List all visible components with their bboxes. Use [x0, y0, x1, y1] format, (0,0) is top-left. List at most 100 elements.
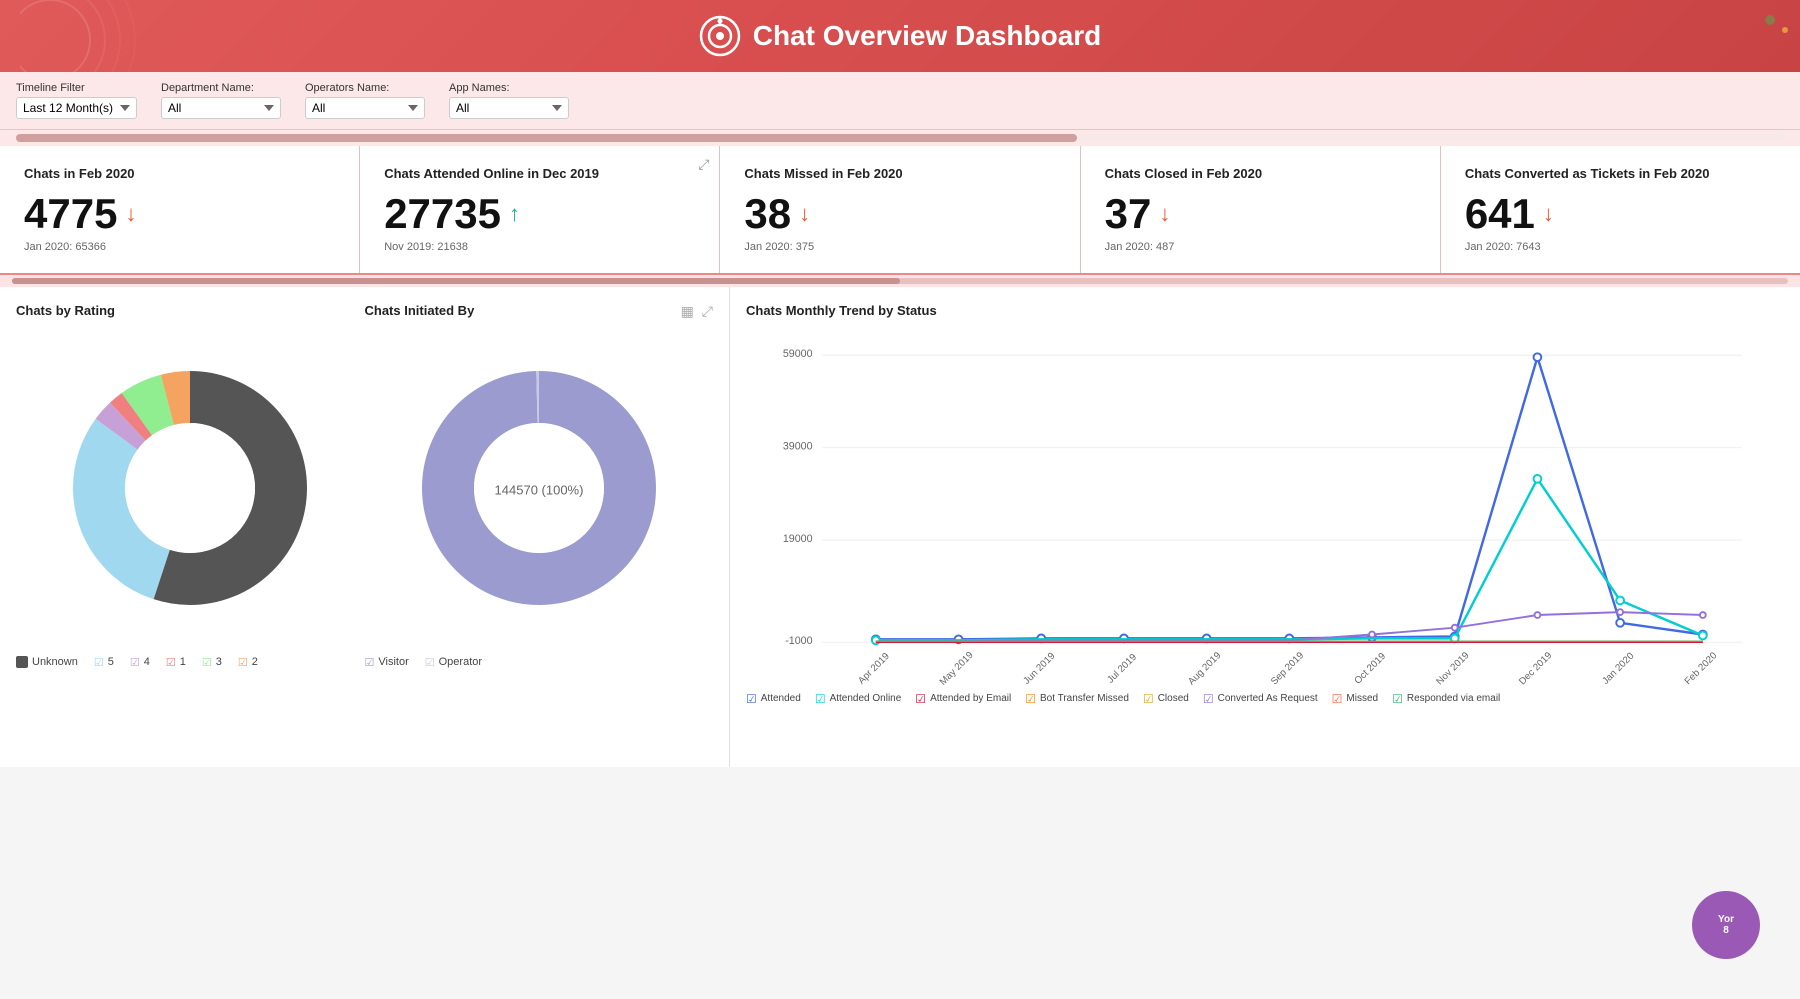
kpi-section: Chats in Feb 2020 4775 ↓ Jan 2020: 65366… — [0, 146, 1800, 275]
dot-attended-8 — [1534, 353, 1542, 361]
legend-label-5: 5 — [108, 656, 114, 668]
legend-check-4: ☑ — [130, 656, 140, 669]
legend-operator: ☑ Operator — [425, 656, 482, 669]
legend-label-responded: Responded via email — [1407, 693, 1500, 704]
legend-3: ☑ 3 — [202, 656, 222, 669]
legend-label-unknown: Unknown — [32, 656, 78, 668]
monthly-trend-chart: Chats Monthly Trend by Status 59000 3900… — [730, 287, 1800, 767]
appnames-filter-select[interactable]: All — [449, 97, 569, 119]
legend-label-online: Attended Online — [830, 693, 902, 704]
kpi-value-4: 641 — [1465, 193, 1535, 235]
x-label-feb: Feb 2020 — [1683, 650, 1720, 687]
donut-chart-svg — [99, 397, 281, 579]
kpi-value-row-1: 27735 ↑ — [384, 193, 695, 235]
expand-icon-charts[interactable]: ⤢ — [702, 303, 713, 320]
legend-unknown: Unknown — [16, 656, 78, 669]
legend-5: ☑ 5 — [94, 656, 114, 669]
dot-converted-10 — [1700, 612, 1706, 618]
charts-section: ▦ ⤢ Chats by Rating — [0, 287, 1800, 767]
legend-attended-email: ☑ Attended by Email — [915, 692, 1011, 706]
dot-online-8 — [1534, 475, 1542, 483]
legend-check-operator: ☑ — [425, 656, 435, 669]
x-label-oct: Oct 2019 — [1352, 651, 1388, 687]
kpi-trend-up-1: ↑ — [509, 203, 520, 225]
operators-filter-select[interactable]: All — [305, 97, 425, 119]
legend-check-responded: ☑ — [1392, 692, 1403, 706]
operators-filter-label: Operators Name: — [305, 82, 425, 94]
header-title-group: Chat Overview Dashboard — [699, 15, 1102, 57]
legend-converted-request: ☑ Converted As Request — [1203, 692, 1318, 706]
dot-converted-8 — [1535, 612, 1541, 618]
legend-label-4: 4 — [144, 656, 150, 668]
kpi-value-0: 4775 — [24, 193, 117, 235]
x-label-jul: Jul 2019 — [1105, 652, 1139, 686]
legend-label-closed: Closed — [1158, 693, 1189, 704]
left-charts-panel: ▦ ⤢ Chats by Rating — [0, 287, 730, 767]
legend-check-2: ☑ — [238, 656, 248, 669]
chat-overview-icon — [699, 15, 741, 57]
department-filter-select[interactable]: All — [161, 97, 281, 119]
kpi-value-1: 27735 — [384, 193, 501, 235]
line-attended — [876, 357, 1703, 639]
donut-center-label: 144570 (100%) — [494, 482, 583, 497]
legend-2: ☑ 2 — [238, 656, 258, 669]
kpi-value-2: 38 — [744, 193, 791, 235]
kpi-prev-3: Jan 2020: 487 — [1105, 241, 1416, 253]
timeline-filter-group: Timeline Filter Last 12 Month(s) Last 6 … — [16, 82, 137, 119]
legend-check-3: ☑ — [202, 656, 212, 669]
chats-by-rating-donut — [16, 328, 365, 648]
legend-1: ☑ 1 — [166, 656, 186, 669]
kpi-prev-1: Nov 2019: 21638 — [384, 241, 695, 253]
legend-label-attended: Attended — [761, 693, 801, 704]
chats-initiated-donut: 144570 (100%) — [365, 328, 714, 648]
x-label-aug: Aug 2019 — [1186, 650, 1223, 687]
legend-label-3: 3 — [216, 656, 222, 668]
bar-chart-icon[interactable]: ▦ — [681, 303, 694, 320]
chats-initiated-legend: ☑ Visitor ☑ Operator — [365, 656, 714, 669]
dot-converted-6 — [1369, 631, 1375, 637]
x-label-may: May 2019 — [938, 650, 976, 688]
legend-attended-online: ☑ Attended Online — [815, 692, 901, 706]
line-chart-svg: 59000 39000 19000 -1000 Apr 2019 May 201… — [746, 328, 1784, 688]
legend-bot-transfer: ☑ Bot Transfer Missed — [1025, 692, 1129, 706]
filter-bar: Timeline Filter Last 12 Month(s) Last 6 … — [0, 72, 1800, 130]
legend-label-email: Attended by Email — [930, 693, 1011, 704]
legend-check-missed: ☑ — [1332, 692, 1343, 706]
dot-online-10 — [1699, 631, 1707, 639]
header-dots — [1730, 5, 1790, 65]
header-title: Chat Overview Dashboard — [753, 20, 1102, 52]
kpi-trend-down-3: ↓ — [1159, 203, 1170, 225]
legend-visitor: ☑ Visitor — [365, 656, 409, 669]
dot-online-9 — [1616, 596, 1624, 604]
kpi-value-3: 37 — [1105, 193, 1152, 235]
legend-swatch-unknown — [16, 656, 28, 668]
line-chart-container: 59000 39000 19000 -1000 Apr 2019 May 201… — [746, 328, 1784, 688]
kpi-title-0: Chats in Feb 2020 — [24, 166, 335, 183]
y-label-neg1000: -1000 — [785, 635, 812, 647]
kpi-scroll-area — [0, 275, 1800, 287]
y-label-59000: 59000 — [783, 348, 813, 360]
legend-label-2: 2 — [252, 656, 258, 668]
legend-label-converted: Converted As Request — [1218, 693, 1318, 704]
chats-by-rating-title: Chats by Rating — [16, 303, 365, 318]
legend-missed: ☑ Missed — [1332, 692, 1378, 706]
chats-initiated-by-chart: Chats Initiated By 144570 (100%) — [365, 303, 714, 669]
x-label-apr: Apr 2019 — [856, 651, 892, 687]
department-filter-group: Department Name: All — [161, 82, 281, 119]
donut-initiated-svg: 144570 (100%) — [448, 397, 630, 579]
legend-check-email: ☑ — [915, 692, 926, 706]
legend-closed: ☑ Closed — [1143, 692, 1189, 706]
timeline-filter-select[interactable]: Last 12 Month(s) Last 6 Month(s) Last 3 … — [16, 97, 137, 119]
legend-check-attended: ☑ — [746, 692, 757, 706]
legend-label-1: 1 — [180, 656, 186, 668]
kpi-card-missed: Chats Missed in Feb 2020 38 ↓ Jan 2020: … — [720, 146, 1080, 273]
yor-line1: Yor — [1718, 914, 1734, 925]
kpi-prev-2: Jan 2020: 375 — [744, 241, 1055, 253]
expand-icon-1[interactable]: ⤢ — [698, 156, 709, 173]
legend-check-closed: ☑ — [1143, 692, 1154, 706]
page-header: Chat Overview Dashboard — [0, 0, 1800, 72]
operators-filter-group: Operators Name: All — [305, 82, 425, 119]
kpi-value-row-0: 4775 ↓ — [24, 193, 335, 235]
header-decoration — [20, 0, 200, 72]
x-label-nov: Nov 2019 — [1434, 650, 1471, 687]
